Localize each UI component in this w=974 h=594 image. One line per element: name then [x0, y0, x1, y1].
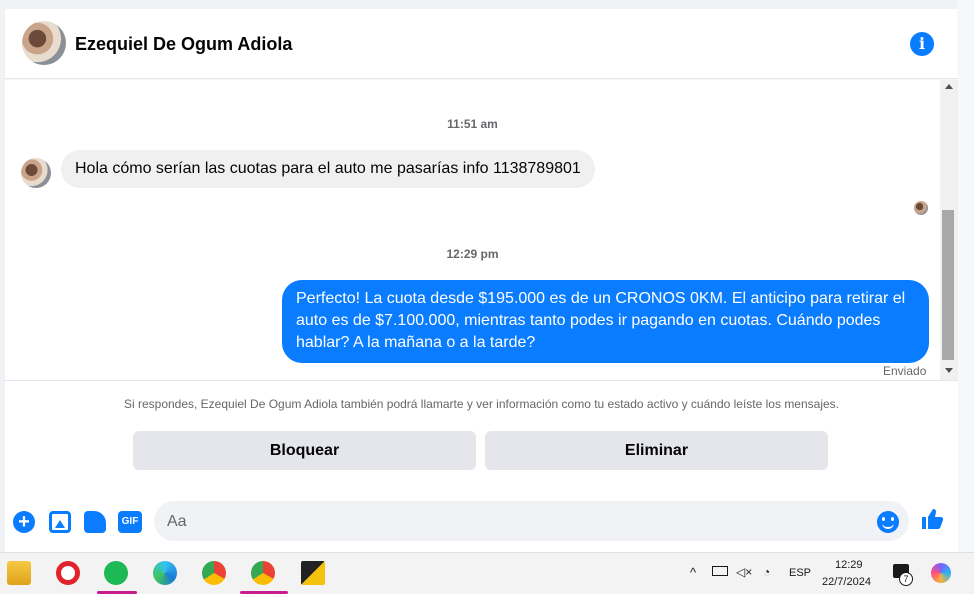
timestamp: 12:29 pm	[446, 247, 499, 261]
scroll-thumb[interactable]	[942, 210, 954, 360]
incoming-message[interactable]: Hola cómo serían las cuotas para el auto…	[61, 150, 595, 188]
chrome-profile-icon[interactable]	[251, 561, 275, 585]
scroll-down-arrow-icon[interactable]	[945, 368, 953, 373]
message-input-placeholder: Aa	[167, 513, 187, 530]
privacy-notice: Si respondes, Ezequiel De Ogum Adiola ta…	[5, 380, 958, 485]
notification-badge: 7	[899, 572, 913, 586]
messenger-window: Ezequiel De Ogum Adiola i 11:51 am Hola …	[0, 0, 974, 594]
sender-avatar[interactable]	[21, 158, 51, 188]
opera-icon[interactable]	[56, 561, 80, 585]
battery-icon[interactable]	[712, 566, 728, 576]
notice-text: Si respondes, Ezequiel De Ogum Adiola ta…	[123, 397, 840, 411]
block-button[interactable]: Bloquear	[133, 431, 476, 470]
message-thread: 11:51 am Hola cómo serían las cuotas par…	[5, 80, 940, 380]
sticker-icon[interactable]	[84, 511, 106, 533]
contact-name[interactable]: Ezequiel De Ogum Adiola	[75, 34, 292, 55]
delete-button[interactable]: Eliminar	[485, 431, 828, 470]
sticky-notes-icon[interactable]	[301, 561, 325, 585]
chat-header: Ezequiel De Ogum Adiola i	[5, 9, 958, 79]
wifi-icon[interactable]: ◔	[763, 565, 770, 579]
thumbs-up-icon[interactable]	[920, 507, 946, 533]
top-edge	[5, 0, 958, 9]
chevron-up-icon[interactable]: ^	[690, 565, 696, 580]
photo-icon[interactable]	[49, 511, 71, 533]
emoji-icon[interactable]	[877, 511, 899, 533]
clock-time[interactable]: 12:29	[835, 559, 863, 571]
contact-avatar[interactable]	[22, 21, 66, 65]
file-explorer-icon[interactable]	[7, 561, 31, 585]
scroll-up-arrow-icon[interactable]	[945, 84, 953, 89]
info-icon[interactable]: i	[910, 32, 934, 56]
chrome-icon[interactable]	[202, 561, 226, 585]
message-composer: + GIF Aa	[5, 485, 958, 552]
language-indicator[interactable]: ESP	[789, 567, 811, 579]
volume-muted-icon[interactable]: ◁×	[736, 565, 752, 579]
spotify-icon[interactable]	[104, 561, 128, 585]
message-input[interactable]: Aa	[154, 501, 909, 541]
outgoing-message[interactable]: Perfecto! La cuota desde $195.000 es de …	[282, 280, 929, 363]
timestamp: 11:51 am	[447, 117, 498, 131]
thread-scrollbar[interactable]	[940, 80, 958, 380]
copilot-icon[interactable]	[931, 563, 951, 583]
windows-taskbar: ^ ◁× ◔ ESP 12:29 22/7/2024 7	[0, 552, 974, 594]
page-scrollbar[interactable]	[958, 0, 974, 552]
edge-icon[interactable]	[153, 561, 177, 585]
clock-date[interactable]: 22/7/2024	[822, 576, 871, 588]
seen-indicator-avatar	[914, 201, 928, 215]
message-status: Enviado	[883, 364, 927, 378]
gif-icon[interactable]: GIF	[118, 511, 142, 533]
plus-icon[interactable]: +	[13, 511, 35, 533]
